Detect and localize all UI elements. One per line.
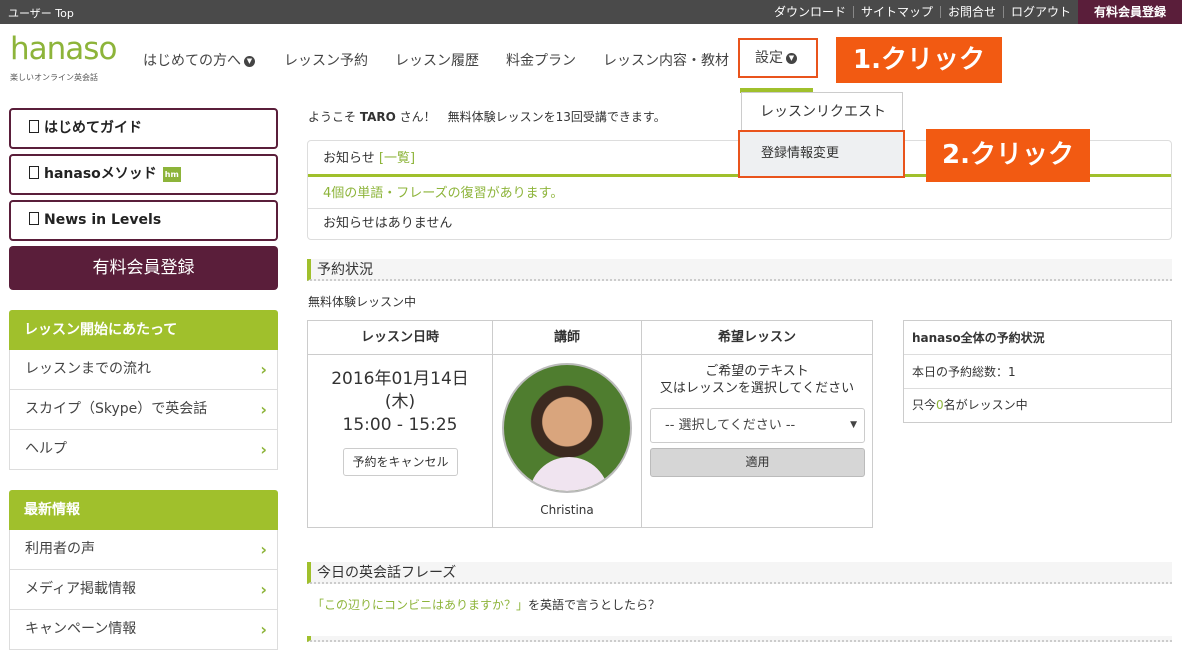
- logo[interactable]: hanaso 楽しいオンライン英会話: [10, 30, 120, 86]
- sidebar-guide-method[interactable]: hanasoメソッド hm: [9, 154, 278, 195]
- sitemap-link[interactable]: サイトマップ: [852, 6, 940, 18]
- sidebar-item-campaign[interactable]: キャンペーン情報 ›: [9, 610, 278, 650]
- sidebar-item-voices[interactable]: 利用者の声 ›: [9, 530, 278, 570]
- chevron-right-icon: ›: [260, 400, 267, 419]
- next-section-title: [307, 636, 1172, 642]
- now-suffix: 名がレッスン中: [943, 398, 1028, 412]
- teacher-name[interactable]: Christina: [493, 503, 641, 517]
- nav-settings[interactable]: 設定 ▼: [738, 38, 818, 78]
- now-count: 0: [936, 398, 944, 412]
- nav-pricing[interactable]: 料金プラン: [506, 50, 576, 70]
- chevron-right-icon: ›: [260, 620, 267, 639]
- sidebar-guide-beginner[interactable]: はじめてガイド: [9, 108, 278, 149]
- sidebar-paid-signup-button[interactable]: 有料会員登録: [9, 246, 278, 290]
- contact-link[interactable]: お問合せ: [939, 6, 1003, 18]
- sidebar-guide-label: News in Levels: [44, 212, 162, 228]
- reservation-section-title: 予約状況: [307, 259, 1172, 281]
- document-icon: [29, 211, 39, 225]
- nav-beginners-label: はじめての方へ: [143, 53, 241, 69]
- lesson-time: 15:00 - 15:25: [342, 415, 458, 435]
- sidebar-item-label: スカイプ（Skype）で英会話: [25, 401, 208, 417]
- header-preferred-lesson: 希望レッスン: [642, 321, 872, 355]
- nav-beginners[interactable]: はじめての方へ ▼: [143, 50, 255, 70]
- chevron-down-icon: ▼: [786, 52, 797, 64]
- chevron-down-icon: ▼: [244, 55, 255, 67]
- sidebar-guide-news[interactable]: News in Levels: [9, 200, 278, 241]
- welcome-user: TARO: [359, 110, 396, 124]
- chevron-right-icon: ›: [260, 360, 267, 379]
- sidebar-item-label: ヘルプ: [25, 441, 67, 457]
- overall-status-title: hanaso全体の予約状況: [904, 321, 1171, 355]
- logo-tagline: 楽しいオンライン英会話: [10, 73, 98, 82]
- overall-today-count: 本日の予約総数：1: [904, 355, 1171, 389]
- welcome-suffix: さん！ 無料体験レッスンを13回受講できます。: [399, 110, 666, 124]
- nav-settings-label: 設定: [755, 50, 783, 66]
- nav-materials[interactable]: レッスン内容・教材: [603, 50, 729, 70]
- caret-down-icon: ▼: [850, 420, 857, 430]
- chevron-right-icon: ›: [260, 540, 267, 559]
- lesson-select-value: -- 選択してください --: [665, 418, 796, 433]
- logo-word: hanaso: [10, 31, 117, 67]
- logout-link[interactable]: ログアウト: [1002, 6, 1078, 18]
- callout-step2: 2.クリック: [926, 129, 1090, 182]
- header-teacher: 講師: [493, 321, 641, 355]
- menu-lesson-request[interactable]: レッスンリクエスト: [741, 92, 903, 132]
- document-icon: [29, 119, 39, 133]
- sidebar-item-skype[interactable]: スカイプ（Skype）で英会話 ›: [9, 390, 278, 430]
- lesson-select[interactable]: -- 選択してください -- ▼: [650, 408, 865, 443]
- preferred-lesson-instructions: ご希望のテキスト 又はレッスンを選択してください: [642, 363, 872, 397]
- phrase-section-title: 今日の英会話フレーズ: [307, 562, 1172, 584]
- sidebar-item-media[interactable]: メディア掲載情報 ›: [9, 570, 278, 610]
- phrase-of-the-day: 「この辺りにコンビニはありますか？」を英語で言うとしたら？: [312, 596, 660, 613]
- phrase-suffix: を英語で言うとしたら？: [528, 598, 661, 612]
- download-link[interactable]: ダウンロード: [767, 6, 853, 18]
- sidebar-section-start-title: レッスン開始にあたって: [9, 310, 278, 350]
- cancel-reservation-button[interactable]: 予約をキャンセル: [343, 448, 458, 476]
- menu-account-settings[interactable]: 登録情報変更: [738, 130, 905, 178]
- sidebar-item-label: キャンペーン情報: [25, 621, 137, 637]
- sidebar-guide-label: hanasoメソッド: [44, 166, 157, 182]
- notice-review-link[interactable]: 4個の単語・フレーズの復習があります。: [308, 180, 1171, 209]
- welcome-prefix: ようこそ: [308, 110, 357, 124]
- teacher-avatar: [502, 363, 632, 493]
- chevron-right-icon: ›: [260, 440, 267, 459]
- chevron-right-icon: ›: [260, 580, 267, 599]
- nav-reserve[interactable]: レッスン予約: [284, 50, 368, 70]
- sidebar-item-flow[interactable]: レッスンまでの流れ ›: [9, 350, 278, 390]
- phrase-question-link[interactable]: 「この辺りにコンビニはありますか？」: [312, 598, 528, 612]
- apply-button[interactable]: 適用: [650, 448, 865, 477]
- notice-title: お知らせ: [323, 151, 375, 166]
- top-bar-title: ユーザー Top: [8, 7, 74, 20]
- top-bar: ユーザー Top ダウンロード サイトマップ お問合せ ログアウト 有料会員登録: [0, 0, 1182, 24]
- hm-badge-icon: hm: [162, 166, 181, 182]
- welcome-message: ようこそ TARO さん！ 無料体験レッスンを13回受講できます。: [308, 108, 666, 125]
- notice-empty-text: お知らせはありません: [323, 216, 453, 231]
- sidebar-item-label: 利用者の声: [25, 541, 95, 557]
- top-bar-links: ダウンロード サイトマップ お問合せ ログアウト: [767, 0, 1078, 24]
- nav-history[interactable]: レッスン履歴: [395, 50, 479, 70]
- overall-now-lessons: 只今0名がレッスン中: [904, 389, 1171, 422]
- notice-list-link[interactable]: [一覧]: [379, 151, 415, 166]
- sidebar-guide-label: はじめてガイド: [44, 120, 142, 136]
- divider: [641, 321, 642, 527]
- instructions-line2: 又はレッスンを選択してください: [659, 381, 855, 396]
- sidebar-item-label: メディア掲載情報: [25, 581, 137, 597]
- divider: [492, 321, 493, 527]
- sidebar-item-help[interactable]: ヘルプ ›: [9, 430, 278, 470]
- header-lesson-datetime: レッスン日時: [308, 321, 492, 355]
- trial-status: 無料体験レッスン中: [308, 295, 417, 309]
- lesson-datetime: 2016年01月14日 (木) 15:00 - 15:25: [308, 368, 492, 437]
- instructions-line1: ご希望のテキスト: [705, 364, 809, 379]
- document-icon: [29, 165, 39, 179]
- callout-step1: 1.クリック: [836, 37, 1002, 83]
- lesson-date: 2016年01月14日: [331, 369, 469, 389]
- sidebar-section-news-title: 最新情報: [9, 490, 278, 530]
- top-paid-signup-link[interactable]: 有料会員登録: [1078, 0, 1182, 24]
- sidebar-item-label: レッスンまでの流れ: [25, 361, 151, 377]
- lesson-weekday: (木): [384, 392, 416, 412]
- now-prefix: 只今: [912, 398, 937, 412]
- avatar-shirt: [529, 457, 609, 491]
